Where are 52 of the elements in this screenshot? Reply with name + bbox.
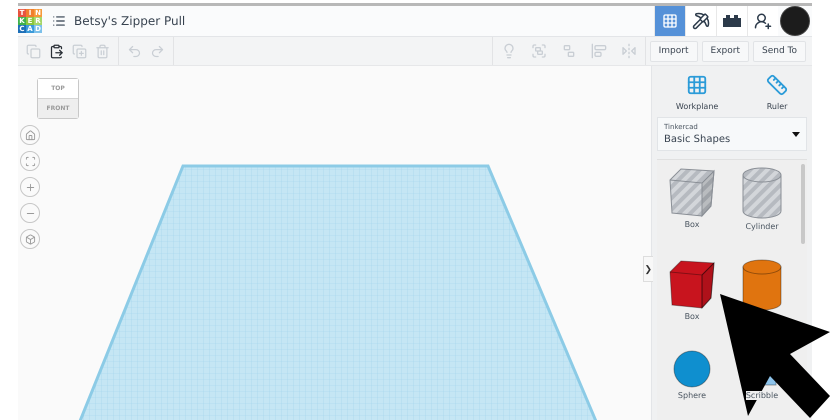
- shape-label: Scribble: [746, 391, 778, 400]
- shape-label: Box: [684, 220, 700, 229]
- fit-icon: [24, 156, 36, 166]
- sphere-drawing[interactable]: [672, 349, 712, 390]
- align-icon: [590, 43, 607, 59]
- mirror-icon: [620, 43, 637, 59]
- scrollbar[interactable]: [801, 164, 805, 244]
- copy-icon: [26, 44, 41, 58]
- zoom-out-button[interactable]: [20, 203, 40, 223]
- fit-button[interactable]: [20, 151, 40, 171]
- pickaxe-icon: [692, 12, 710, 30]
- ungroup-icon: [560, 43, 577, 59]
- zoom-in-button[interactable]: [20, 177, 40, 197]
- paste-button[interactable]: [49, 44, 64, 58]
- action-button[interactable]: Send To: [752, 40, 806, 62]
- paste-icon: [49, 44, 64, 58]
- grid-icon: [662, 13, 678, 29]
- cylinder-drawing[interactable]: [740, 258, 784, 312]
- redo-icon: [150, 44, 165, 58]
- add-user-view-button[interactable]: [747, 6, 778, 36]
- perspective-button[interactable]: [20, 229, 40, 249]
- library-category: Basic Shapes: [664, 134, 732, 145]
- home-button[interactable]: [20, 125, 40, 145]
- shape-label: Cylinder: [745, 222, 779, 231]
- shape-label: Box: [684, 312, 700, 321]
- caret-icon: [792, 132, 800, 136]
- ruler-tool-button[interactable]: Ruler: [766, 74, 788, 111]
- perspective-icon: [24, 234, 36, 244]
- action-button[interactable]: Import: [650, 40, 698, 62]
- action-button[interactable]: Export: [702, 40, 749, 62]
- box-drawing[interactable]: [667, 258, 717, 310]
- add-user-icon: [754, 12, 772, 30]
- bricks-view-button[interactable]: [716, 6, 747, 36]
- hole-cylinder-drawing[interactable]: [740, 166, 784, 220]
- pickaxe-view-button[interactable]: [685, 6, 716, 36]
- duplicate-icon: [72, 44, 87, 58]
- document-title[interactable]: Betsy's Zipper Pull: [74, 14, 654, 28]
- mouse-cursor-icon: [718, 292, 830, 420]
- shape-label: Sphere: [678, 391, 706, 400]
- menu-icon[interactable]: [52, 14, 66, 28]
- group-icon: [530, 43, 547, 59]
- workplane-tool-button[interactable]: Workplane: [676, 74, 718, 111]
- delete-icon: [95, 44, 110, 58]
- avatar[interactable]: [780, 6, 810, 36]
- home-icon: [24, 130, 36, 140]
- hole-box-drawing[interactable]: [667, 166, 717, 218]
- undo-icon: [127, 44, 142, 58]
- grid-icon: [686, 74, 708, 96]
- brick-icon: [722, 14, 742, 28]
- zoom-in-icon: [24, 182, 36, 192]
- collapse-panel-button[interactable]: ❯: [643, 256, 653, 282]
- ruler-icon: [766, 74, 788, 96]
